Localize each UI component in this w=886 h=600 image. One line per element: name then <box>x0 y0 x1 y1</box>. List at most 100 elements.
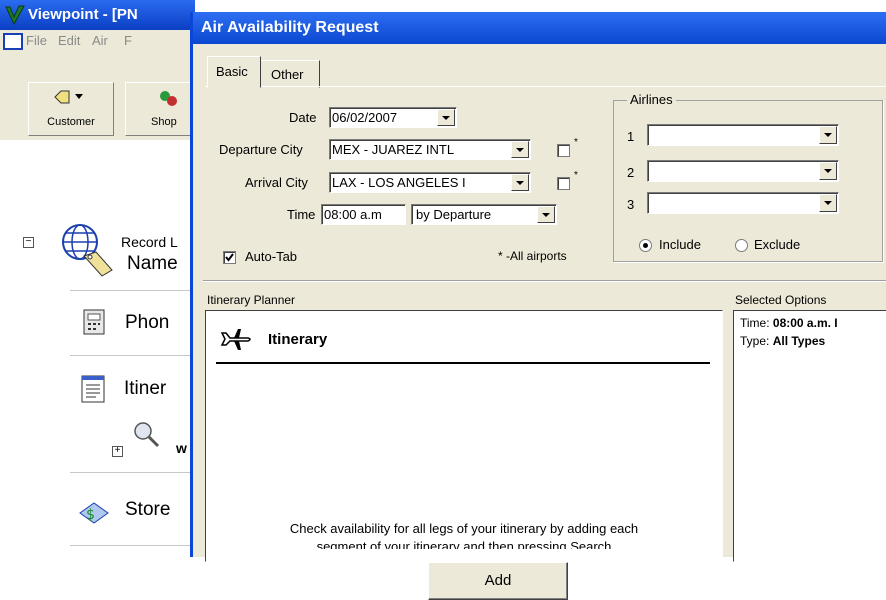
shop-icon <box>160 91 177 106</box>
viewpoint-logo-icon <box>5 5 25 26</box>
name-tag-icon <box>83 251 113 277</box>
arrival-city-value: LAX - LOS ANGELES I <box>332 175 466 190</box>
date-label: Date <box>289 110 317 125</box>
departure-dropdown-button[interactable] <box>511 141 529 158</box>
magnifier-search-icon <box>134 422 160 448</box>
asterisk: * <box>574 137 578 148</box>
shop-button[interactable]: Shop <box>125 82 195 136</box>
nav-item-label: Phon <box>125 312 170 333</box>
all-airports-note: * -All airports <box>498 249 567 263</box>
include-label: Include <box>659 237 701 252</box>
airline-2-dropdown-button[interactable] <box>819 162 837 180</box>
arrival-city-label: Arrival City <box>245 175 308 190</box>
airline-1-number: 1 <box>627 129 635 144</box>
viewpoint-title: Viewpoint - [PN <box>28 6 138 23</box>
viewpoint-menubar: File Edit Air F <box>0 30 195 52</box>
airline-1-dropdown-button[interactable] <box>819 126 837 144</box>
customer-tag-icon <box>54 90 83 104</box>
time-mode-select[interactable]: by Departure <box>411 204 557 225</box>
viewpoint-toolbar: Customer Shop <box>0 52 195 140</box>
nav-item-label: Store <box>125 499 171 520</box>
selected-type-row: Type: All Types <box>740 334 825 348</box>
selected-time-prefix: Time: <box>740 316 770 330</box>
viewpoint-title-bar: Viewpoint - [PN <box>0 0 195 30</box>
menu-air[interactable]: Air <box>92 33 108 48</box>
time-mode-dropdown-button[interactable] <box>537 206 555 223</box>
include-radio[interactable] <box>639 239 652 252</box>
window-icon <box>3 33 23 50</box>
customer-button[interactable]: Customer <box>28 82 114 136</box>
airline-2-number: 2 <box>627 165 635 180</box>
time-value: 08:00 a.m <box>324 207 382 222</box>
svg-text:$: $ <box>86 507 95 523</box>
selected-type-prefix: Type: <box>740 334 770 348</box>
date-input[interactable]: 06/02/2007 <box>329 107 457 128</box>
divider <box>70 472 195 473</box>
customer-label: Customer <box>47 116 95 128</box>
departure-city-select[interactable]: MEX - JUAREZ INTL <box>329 139 531 160</box>
menu-file[interactable]: File <box>26 33 47 48</box>
airplane-icon <box>220 329 251 350</box>
itinerary-planner-label: Itinerary Planner <box>207 293 296 307</box>
tab-basic-label: Basic <box>216 64 248 79</box>
selected-options-label: Selected Options <box>735 293 827 307</box>
viewpoint-window: Viewpoint - [PN File Edit Air F Customer… <box>0 0 195 553</box>
dialog-title-bar: Air Availability Request <box>193 12 886 44</box>
add-button[interactable]: Add <box>428 562 568 600</box>
phone-icon <box>83 309 105 335</box>
arrival-city-select[interactable]: LAX - LOS ANGELES I <box>329 172 531 193</box>
radio-dot-icon <box>643 243 648 248</box>
tree-collapse-toggle[interactable]: − <box>23 237 34 248</box>
dialog-title: Air Availability Request <box>201 19 379 36</box>
exclude-label: Exclude <box>754 237 801 252</box>
section-divider <box>203 280 886 282</box>
itinerary-heading-rule <box>216 362 710 364</box>
itinerary-document-icon <box>81 375 105 403</box>
airlines-legend: Airlines <box>627 92 676 107</box>
nav-item-label: Itiner <box>124 378 167 399</box>
arrival-all-airports-checkbox[interactable] <box>557 177 570 190</box>
airline-3-dropdown-button[interactable] <box>819 194 837 212</box>
nav-item-phone[interactable]: Phon <box>70 300 195 356</box>
menu-edit[interactable]: Edit <box>58 33 80 48</box>
checkmark-icon <box>225 253 234 262</box>
menu-f[interactable]: F <box>124 33 132 48</box>
itinerary-planner-panel: Itinerary Check availability for all leg… <box>205 310 723 562</box>
selected-time-value: 08:00 a.m. I <box>772 316 838 330</box>
itinerary-heading: Itinerary <box>268 331 328 348</box>
nav-item-name[interactable]: Name <box>70 240 195 291</box>
air-availability-dialog: Air Availability Request Basic Other Dat… <box>190 12 886 562</box>
airline-2-select[interactable] <box>647 160 839 182</box>
shop-label: Shop <box>151 116 177 128</box>
date-dropdown-button[interactable] <box>437 109 455 126</box>
departure-city-value: MEX - JUAREZ INTL <box>332 142 455 157</box>
time-mode-value: by Departure <box>416 207 492 222</box>
tab-other[interactable]: Other <box>260 60 320 88</box>
time-label: Time <box>287 207 316 222</box>
auto-tab-label: Auto-Tab <box>245 249 298 264</box>
arrival-dropdown-button[interactable] <box>511 174 529 191</box>
selected-options-panel: Time: 08:00 a.m. I Type: All Types <box>733 310 886 562</box>
departure-city-label: Departure City <box>219 142 303 157</box>
departure-all-airports-checkbox[interactable] <box>557 144 570 157</box>
auto-tab-checkbox[interactable] <box>223 251 236 264</box>
nav-item-label: Name <box>127 253 178 274</box>
time-input[interactable]: 08:00 a.m <box>321 204 406 225</box>
itinerary-help-line-2: segment of your itinerary and then press… <box>316 539 612 549</box>
tab-basic[interactable]: Basic <box>207 56 261 88</box>
nav-item-itinerary[interactable]: Itiner <box>70 368 195 413</box>
nav-item-stored-fare[interactable]: $ Store <box>70 485 195 546</box>
airline-3-select[interactable] <box>647 192 839 214</box>
selected-time-row: Time: 08:00 a.m. I <box>740 316 838 330</box>
itinerary-help-line-1: Check availability for all legs of your … <box>289 521 639 536</box>
exclude-radio[interactable] <box>735 239 748 252</box>
tree-expand-toggle[interactable]: + <box>112 446 123 457</box>
selected-type-value: All Types <box>772 334 826 348</box>
date-value: 06/02/2007 <box>332 110 398 125</box>
airline-1-select[interactable] <box>647 124 839 146</box>
sub-item-label[interactable]: w <box>176 440 187 456</box>
add-button-label: Add <box>484 572 512 589</box>
stored-fare-icon: $ <box>79 502 109 524</box>
airline-3-number: 3 <box>627 197 635 212</box>
tab-other-label: Other <box>271 67 304 82</box>
